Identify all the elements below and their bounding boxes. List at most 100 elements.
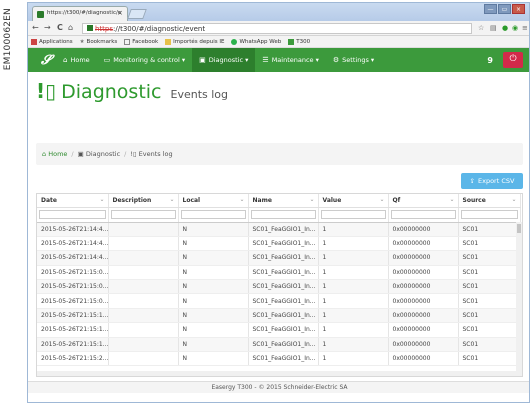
- easergy-logo[interactable]: 𝓢: [36, 48, 56, 72]
- cell-value: 1: [318, 279, 389, 295]
- bookmark-whatsapp[interactable]: WhatsApp Web: [231, 38, 281, 45]
- chevron-down-icon[interactable]: ⌄: [511, 196, 516, 203]
- cell-local: N: [178, 236, 249, 252]
- table-row[interactable]: 2015-05-26T21:14:4... N SC01_FeaGGIO1_In..…: [37, 236, 521, 252]
- nav-home[interactable]: ⌂ Home: [56, 48, 97, 72]
- filter-row: [37, 207, 521, 223]
- nav-monitoring[interactable]: ▭ Monitoring & control ▾: [97, 48, 192, 72]
- minimize-button[interactable]: —: [484, 4, 497, 14]
- table-row[interactable]: 2015-05-26T21:15:2... N SC01_FeaGGIO1_In..…: [37, 351, 521, 367]
- cell-date: 2015-05-26T21:15:1...: [37, 337, 109, 353]
- diagnostic-icon: ▣: [199, 56, 206, 64]
- column-header-local[interactable]: Local ⌄: [178, 194, 249, 208]
- cell-value: 1: [318, 250, 389, 266]
- chevron-down-icon[interactable]: ⌄: [449, 196, 454, 203]
- evernote-icon[interactable]: ●: [502, 24, 508, 32]
- cell-local: N: [178, 293, 249, 309]
- name-filter-input[interactable]: [250, 210, 316, 219]
- cell-date: 2015-05-26T21:15:0...: [37, 279, 109, 295]
- description-filter-input[interactable]: [110, 210, 176, 219]
- reload-icon[interactable]: C: [57, 23, 63, 32]
- horizontal-scrollbar[interactable]: [37, 371, 522, 376]
- chevron-down-icon[interactable]: ⌄: [379, 196, 384, 203]
- logout-button[interactable]: ⏻: [503, 52, 523, 68]
- table-row[interactable]: 2015-05-26T21:15:1... N SC01_FeaGGIO1_In..…: [37, 322, 521, 338]
- notification-count[interactable]: 9: [487, 56, 493, 65]
- chevron-down-icon[interactable]: ⌄: [309, 196, 314, 203]
- chevron-down-icon[interactable]: ⌄: [99, 196, 104, 203]
- column-header-qf[interactable]: Qf ⌄: [388, 194, 459, 208]
- local-filter-input[interactable]: [180, 210, 246, 219]
- events-grid: Date ⌄ Description ⌄ Local ⌄ Name ⌄ Value ⌄ Q…: [36, 193, 523, 377]
- breadcrumb: ⌂ Home / ▣ Diagnostic / !▯ Events log: [36, 143, 523, 165]
- value-filter-input[interactable]: [320, 210, 386, 219]
- cell-local: N: [178, 279, 249, 295]
- column-header-name[interactable]: Name ⌄: [248, 194, 319, 208]
- new-tab-button[interactable]: [127, 9, 147, 19]
- home-icon[interactable]: ⌂: [68, 23, 73, 32]
- tab-close-icon[interactable]: ×: [117, 9, 123, 17]
- bookmark-bookmarks[interactable]: ★ Bookmarks: [80, 39, 118, 45]
- forward-icon[interactable]: →: [44, 23, 51, 32]
- browser-tab[interactable]: https://t300/#/diagnostic/e ×: [32, 6, 128, 21]
- t300-icon: [288, 38, 295, 45]
- close-window-button[interactable]: ×: [512, 4, 525, 14]
- qf-filter-input[interactable]: [390, 210, 456, 219]
- chevron-down-icon[interactable]: ⌄: [239, 196, 244, 203]
- table-row[interactable]: 2015-05-26T21:15:0... N SC01_FeaGGIO1_In..…: [37, 265, 521, 281]
- cell-qf: 0x00000000: [388, 337, 459, 353]
- cell-description: [108, 250, 179, 266]
- cell-description: [108, 337, 179, 353]
- source-filter-input[interactable]: [460, 210, 518, 219]
- bookmark-imported-ie[interactable]: Importés depuis IE: [165, 38, 224, 45]
- table-row[interactable]: 2015-05-26T21:15:1... N SC01_FeaGGIO1_In..…: [37, 308, 521, 324]
- maximize-button[interactable]: ▭: [498, 4, 511, 14]
- cell-qf: 0x00000000: [388, 279, 459, 295]
- date-filter-input[interactable]: [39, 210, 106, 219]
- column-header-date[interactable]: Date ⌄: [37, 194, 109, 208]
- apps-icon: [31, 38, 37, 45]
- table-row[interactable]: 2015-05-26T21:15:1... N SC01_FeaGGIO1_In..…: [37, 337, 521, 353]
- table-row[interactable]: 2015-05-26T21:14:4... N SC01_FeaGGIO1_In..…: [37, 250, 521, 266]
- vertical-scrollbar[interactable]: [516, 222, 522, 373]
- cell-date: 2015-05-26T21:15:1...: [37, 322, 109, 338]
- cell-source: SC01: [458, 222, 521, 237]
- nav-diagnostic[interactable]: ▣ Diagnostic ▾: [192, 48, 256, 72]
- cell-qf: 0x00000000: [388, 351, 459, 367]
- back-icon[interactable]: ←: [32, 23, 39, 32]
- star-icon[interactable]: ☆: [478, 24, 484, 32]
- column-header-source[interactable]: Source ⌄: [458, 194, 521, 208]
- bookmark-t300[interactable]: T300: [288, 38, 310, 45]
- extension-circle-icon[interactable]: ◉: [512, 24, 518, 32]
- table-row[interactable]: 2015-05-26T21:15:0... N SC01_FeaGGIO1_In..…: [37, 293, 521, 309]
- bookmark-facebook[interactable]: Facebook: [124, 38, 158, 45]
- cell-qf: 0x00000000: [388, 308, 459, 324]
- scrollbar-thumb[interactable]: [517, 224, 521, 233]
- cell-description: [108, 279, 179, 295]
- chevron-down-icon[interactable]: ⌄: [169, 196, 174, 203]
- nav-settings[interactable]: ⚙ Settings ▾: [326, 48, 381, 72]
- export-csv-button[interactable]: ⇪ Export CSV: [461, 173, 523, 189]
- breadcrumb-diagnostic[interactable]: ▣ Diagnostic: [78, 150, 121, 158]
- extension-icon[interactable]: ▤: [490, 24, 497, 32]
- cell-description: [108, 308, 179, 324]
- cell-name: SC01_FeaGGIO1_In...: [248, 351, 319, 367]
- column-header-description[interactable]: Description ⌄: [108, 194, 179, 208]
- cell-source: SC01: [458, 279, 521, 295]
- cell-name: SC01_FeaGGIO1_In...: [248, 222, 319, 237]
- menu-icon[interactable]: ≡: [522, 24, 528, 32]
- bookmark-applications[interactable]: Applications: [31, 38, 73, 45]
- bookmarks-bar: Applications ★ Bookmarks Facebook Importé…: [28, 36, 529, 48]
- column-header-value[interactable]: Value ⌄: [318, 194, 389, 208]
- table-row[interactable]: 2015-05-26T21:14:4... N SC01_FeaGGIO1_In..…: [37, 222, 521, 237]
- cell-name: SC01_FeaGGIO1_In...: [248, 322, 319, 338]
- url-input[interactable]: https://t300/#/diagnostic/event: [82, 23, 472, 34]
- cell-qf: 0x00000000: [388, 322, 459, 338]
- breadcrumb-home[interactable]: ⌂ Home: [42, 150, 67, 158]
- cell-qf: 0x00000000: [388, 222, 459, 237]
- table-row[interactable]: 2015-05-26T21:15:0... N SC01_FeaGGIO1_In..…: [37, 279, 521, 295]
- nav-maintenance[interactable]: ☰ Maintenance ▾: [255, 48, 325, 72]
- star-icon: ★: [79, 38, 85, 45]
- browser-titlebar: https://t300/#/diagnostic/e × — ▭ ×: [28, 3, 529, 21]
- export-icon: ⇪: [469, 177, 475, 185]
